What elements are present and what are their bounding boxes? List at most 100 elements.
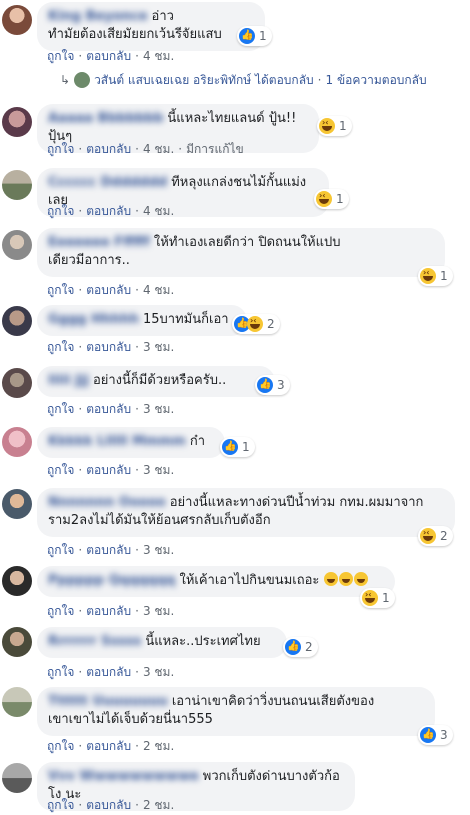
reply-link[interactable]: ตอบกลับ (86, 142, 131, 156)
view-replies-link[interactable]: ↳ วสันต์ แสบเฉยเฉย อริยะพิทักษ์ ได้ตอบกลั… (60, 71, 427, 90)
avatar[interactable] (2, 306, 32, 336)
avatar[interactable] (2, 230, 32, 260)
replier-text[interactable]: วสันต์ แสบเฉยเฉย อริยะพิทักษ์ ได้ตอบกลับ (94, 73, 314, 87)
reaction-summary[interactable]: 3 (418, 725, 453, 745)
like-link[interactable]: ถูกใจ (47, 463, 74, 477)
reaction-summary[interactable]: 1 (220, 437, 255, 457)
reaction-count: 3 (440, 728, 448, 742)
reaction-count: 2 (305, 640, 313, 654)
avatar[interactable] (2, 170, 32, 200)
comment-time[interactable]: 3 ชม. (143, 463, 174, 477)
haha-reaction-icon (247, 316, 263, 332)
haha-reaction-icon (420, 268, 436, 284)
comment-time[interactable]: 3 ชม. (143, 543, 174, 557)
reaction-summary[interactable]: 2 (232, 314, 280, 334)
avatar[interactable] (2, 627, 32, 657)
like-link[interactable]: ถูกใจ (47, 204, 74, 218)
reaction-count: 2 (440, 529, 448, 543)
like-link[interactable]: ถูกใจ (47, 283, 74, 297)
comment-actions: ถูกใจ · ตอบกลับ · 2 ชม. (47, 739, 175, 753)
comment-actions: ถูกใจ · ตอบกลับ · 4 ชม. (47, 49, 175, 63)
like-link[interactable]: ถูกใจ (47, 739, 74, 753)
comment-author[interactable]: Cccccc Ddddddd (48, 174, 167, 192)
reply-link[interactable]: ตอบกลับ (86, 340, 131, 354)
like-link[interactable]: ถูกใจ (47, 142, 74, 156)
comment-time[interactable]: 4 ชม. (143, 204, 174, 218)
comment-author[interactable]: Aaaaa Bbbbbbb (48, 110, 163, 128)
comment-author[interactable]: Vvv Wwwwwwwwwe (48, 768, 199, 786)
comment-bubble: Gggg Hhhhh 15บาทมันก็เอา (37, 305, 247, 336)
comment-time[interactable]: 3 ชม. (143, 604, 174, 618)
haha-emoji-icon (323, 572, 338, 586)
avatar[interactable] (2, 566, 32, 596)
edited-label[interactable]: มีการแก้ไข (186, 142, 244, 156)
reply-link[interactable]: ตอบกลับ (86, 665, 131, 679)
comment-author[interactable]: Rrrrrrr Sssss (48, 633, 141, 651)
avatar[interactable] (2, 687, 32, 717)
reply-link[interactable]: ตอบกลับ (86, 402, 131, 416)
like-link[interactable]: ถูกใจ (47, 340, 74, 354)
reaction-count: 1 (336, 192, 344, 206)
comment-author[interactable]: Kkkkk Llllll Mmmm (48, 433, 186, 451)
comment-author[interactable]: Nnnnnnn Ooooo (48, 494, 166, 512)
reply-link[interactable]: ตอบกลับ (86, 543, 131, 557)
reply-count[interactable]: 1 ข้อความตอบกลับ (326, 73, 427, 87)
like-link[interactable]: ถูกใจ (47, 49, 74, 63)
avatar[interactable] (2, 763, 32, 793)
like-link[interactable]: ถูกใจ (47, 604, 74, 618)
comment-time[interactable]: 3 ชม. (143, 340, 174, 354)
reaction-summary[interactable]: 2 (283, 637, 318, 657)
reply-link[interactable]: ตอบกลับ (86, 604, 131, 618)
like-link[interactable]: ถูกใจ (47, 665, 74, 679)
comment-text: อย่างนี้ก็มีด้วยหรือครับ.. (92, 373, 227, 388)
comment-bubble: Tttttt Uuuuuuuu เอาน่าเขาคิดว่าวิ่งบนถนนเ… (37, 687, 435, 736)
comment-time[interactable]: 4 ชม. (143, 283, 174, 297)
comment-author[interactable]: Eeeeeee Ffffff (48, 234, 150, 252)
reply-link[interactable]: ตอบกลับ (86, 463, 131, 477)
like-link[interactable]: ถูกใจ (47, 798, 74, 812)
avatar[interactable] (2, 427, 32, 457)
comment-bubble: Kkkkk Llllll Mmmm ก๋า (37, 427, 225, 458)
reply-link[interactable]: ตอบกลับ (86, 204, 131, 218)
reaction-summary[interactable]: 1 (418, 266, 453, 286)
comment-actions: ถูกใจ · ตอบกลับ · 4 ชม. (47, 283, 175, 297)
comment-author[interactable]: King Beyonce (48, 8, 148, 26)
reaction-summary[interactable]: 1 (360, 588, 395, 608)
like-reaction-icon (239, 28, 255, 44)
reply-link[interactable]: ตอบกลับ (86, 49, 131, 63)
reaction-summary[interactable]: 3 (255, 375, 290, 395)
reaction-summary[interactable]: 1 (314, 189, 349, 209)
comment-time[interactable]: 3 ชม. (143, 402, 174, 416)
reaction-summary[interactable]: 1 (317, 116, 352, 136)
avatar[interactable] (2, 107, 32, 137)
comment-actions: ถูกใจ · ตอบกลับ · 3 ชม. (47, 340, 175, 354)
comment-author[interactable]: Tttttt Uuuuuuuu (48, 693, 168, 711)
avatar[interactable] (2, 368, 32, 398)
reaction-summary[interactable]: 1 (237, 26, 272, 46)
comment-time[interactable]: 4 ชม. (143, 49, 174, 63)
comment-bubble: Nnnnnnn Ooooo อย่างนี้แหละทางด่วนปีน้ำท่ว… (37, 488, 455, 537)
reply-link[interactable]: ตอบกลับ (86, 739, 131, 753)
reply-link[interactable]: ตอบกลับ (86, 283, 131, 297)
avatar[interactable] (2, 5, 32, 35)
reply-link[interactable]: ตอบกลับ (86, 798, 131, 812)
comment-time[interactable]: 3 ชม. (143, 665, 174, 679)
comment-bubble: King Beyonce อ่าว ทำมัยต้องเสียมัยยกเว้นร… (37, 2, 265, 51)
reaction-count: 1 (242, 440, 250, 454)
replier-avatar (74, 72, 91, 88)
comment-author[interactable]: Iiiii Jjj (48, 372, 89, 390)
comment-author[interactable]: Pppppp Qqqqqqq (48, 572, 175, 590)
like-link[interactable]: ถูกใจ (47, 543, 74, 557)
comment-time[interactable]: 2 ชม. (143, 798, 174, 812)
reaction-count: 2 (267, 317, 275, 331)
comment-author[interactable]: Gggg Hhhhh (48, 311, 139, 329)
comment-actions: ถูกใจ · ตอบกลับ · 3 ชม. (47, 665, 175, 679)
haha-reaction-icon (316, 191, 332, 207)
comment-time[interactable]: 2 ชม. (143, 739, 174, 753)
reaction-summary[interactable]: 2 (418, 526, 453, 546)
comment-bubble: Eeeeeee Ffffff ให้ทำเองเลยดีกว่า ปิดถนนให… (37, 228, 445, 277)
avatar[interactable] (2, 489, 32, 519)
comment-text: ให้เค้าเอาไปกินขนมเถอะ (179, 573, 320, 588)
like-link[interactable]: ถูกใจ (47, 402, 74, 416)
comment-time[interactable]: 4 ชม. (143, 142, 174, 156)
